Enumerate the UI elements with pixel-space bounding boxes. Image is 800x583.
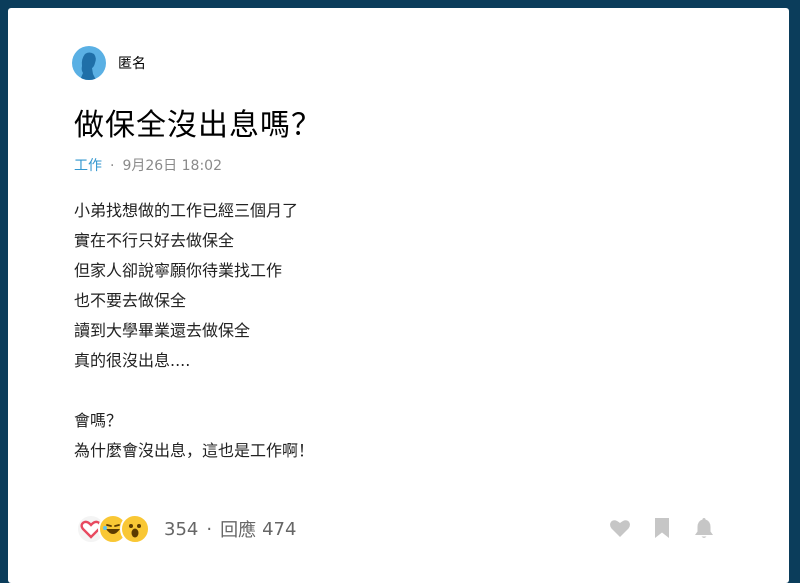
reaction-count[interactable]: 354 [164, 519, 198, 540]
body-line: 為什麼會沒出息，這也是工作啊！ [74, 441, 315, 460]
post-timestamp: 9月26日 18:02 [122, 158, 222, 174]
body-line: 會嗎？ [74, 411, 123, 430]
avatar[interactable] [72, 46, 106, 80]
post-stats: 354 · 回應 474 [164, 516, 296, 542]
post-card: 匿名 做保全沒出息嗎？ 工作 · 9月26日 18:02 小弟找想做的工作已經三個月… [8, 8, 789, 583]
author-name[interactable]: 匿名 [118, 53, 146, 73]
like-icon [610, 520, 630, 537]
post-meta: 工作 · 9月26日 18:02 [74, 155, 222, 175]
meta-separator: · [110, 158, 115, 174]
reaction-summary[interactable] [76, 514, 150, 544]
body-line-blank [74, 376, 314, 406]
bell-icon [695, 518, 713, 538]
post-body: 小弟找想做的工作已經三個月了 實在不行只好去做保全 但家人卻說寧願你待業找工作 … [74, 196, 314, 466]
body-line: 小弟找想做的工作已經三個月了 [74, 201, 299, 220]
anonymous-avatar-icon [80, 52, 96, 80]
post-title: 做保全沒出息嗎？ [74, 108, 322, 143]
bookmark-icon [655, 518, 669, 538]
notify-button[interactable] [692, 516, 716, 540]
post-footer: 354 · 回應 474 [76, 514, 296, 544]
reply-label[interactable]: 回應 [220, 516, 256, 542]
post-author[interactable]: 匿名 [72, 46, 146, 80]
body-line: 但家人卻說寧願你待業找工作 [74, 261, 283, 280]
reply-count[interactable]: 474 [262, 519, 296, 540]
body-line: 真的很沒出息.... [74, 351, 191, 370]
post-actions [608, 516, 734, 540]
bookmark-button[interactable] [650, 516, 674, 540]
stats-separator: · [206, 518, 213, 540]
category-link[interactable]: 工作 [74, 158, 102, 174]
like-button[interactable] [608, 516, 632, 540]
body-line: 也不要去做保全 [74, 291, 187, 310]
body-line: 實在不行只好去做保全 [74, 231, 235, 250]
body-line: 讀到大學畢業還去做保全 [74, 321, 251, 340]
wow-reaction-icon [120, 514, 150, 544]
